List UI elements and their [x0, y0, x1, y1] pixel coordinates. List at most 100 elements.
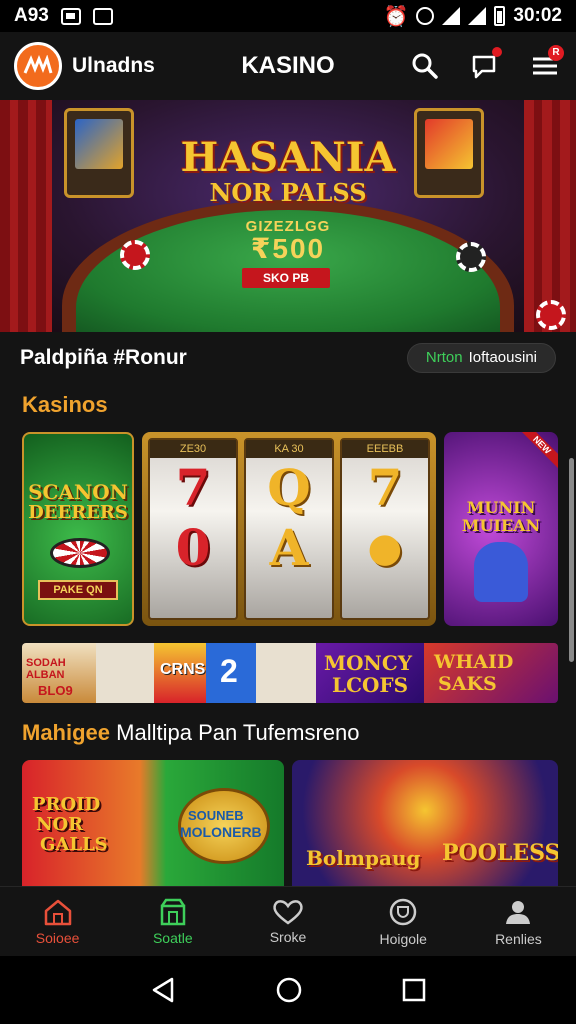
- reel-symbol: 7: [175, 458, 211, 517]
- search-icon: [412, 53, 438, 79]
- menu-badge: R: [548, 45, 564, 61]
- roulette-icon: [50, 538, 110, 568]
- card-right-sub: SOUNEB: [188, 808, 244, 823]
- status-time: 30:02: [513, 5, 562, 26]
- card-title: Bolmpaug: [306, 846, 421, 870]
- bottom-nav: Soioee Soatle Sroke Hoigole Renlies: [0, 886, 576, 956]
- heart-icon: [273, 899, 303, 925]
- chat-badge: [492, 47, 502, 57]
- reel-symbol: Q: [267, 458, 311, 517]
- back-icon[interactable]: [150, 976, 176, 1004]
- chip-icon: [536, 300, 566, 330]
- alarm-icon: ⏰: [383, 5, 409, 28]
- reel-symbol: ●: [367, 524, 403, 571]
- card-subtitle: MUIEAN: [461, 516, 541, 535]
- strip-item[interactable]: CRNS: [154, 643, 206, 703]
- strip-text: CRNS: [160, 661, 206, 678]
- strip-text: SODAH: [26, 657, 66, 669]
- new-badge: NEW: [517, 432, 558, 470]
- hero-title: HASANIA: [180, 134, 396, 181]
- store-icon: [160, 898, 186, 925]
- promo-title: Paldpiña #Ronur: [20, 346, 187, 369]
- reel-label: EEEBB: [342, 440, 428, 458]
- promo-pill-button[interactable]: Nrton Ioftaousini: [406, 343, 556, 373]
- app-header: Ulnadns KASINO R: [0, 32, 576, 100]
- promo-row: Paldpiña #Ronur Nrton Ioftaousini: [0, 332, 576, 384]
- scrollbar[interactable]: [569, 458, 574, 662]
- game-card-munin[interactable]: NEW MUNIN MUIEAN: [444, 432, 558, 626]
- chat-button[interactable]: [468, 47, 502, 83]
- multiplayer-title-prefix: Mahigee: [22, 720, 111, 745]
- strip-item[interactable]: WHAID SAKS: [424, 643, 558, 703]
- system-nav-bar: [0, 956, 576, 1024]
- card-subtitle-2: GALLS: [40, 834, 108, 855]
- recents-icon[interactable]: [402, 978, 426, 1002]
- signal-icon: [468, 7, 487, 25]
- nav-item-profile[interactable]: Renlies: [461, 887, 576, 956]
- logo-mark-icon: [23, 55, 53, 74]
- home-circle-icon[interactable]: [275, 976, 303, 1004]
- nav-item-store[interactable]: Soatle: [115, 887, 230, 956]
- strip-sub: LCOFS: [332, 673, 409, 697]
- brand-name: Ulnadns: [72, 54, 155, 77]
- strip-avatar: [96, 643, 154, 703]
- strip-item[interactable]: MONCY LCOFS: [316, 643, 424, 703]
- battery-icon: [494, 6, 506, 26]
- reel-symbol: 7: [367, 458, 403, 517]
- promo-pill-green: Nrton: [425, 349, 463, 366]
- search-button[interactable]: [408, 49, 442, 83]
- hero-tag: SKO PB: [242, 268, 330, 288]
- multiplayer-title-rest: Malltipa Pan Tufemsreno: [116, 720, 360, 745]
- reel-1: ZE30 7 0: [148, 438, 238, 620]
- card-right: POOLESS: [442, 840, 558, 866]
- strip-text: 2: [220, 653, 238, 689]
- nav-item-favorites[interactable]: Sroke: [230, 887, 345, 956]
- status-bar: A93 ⏰ 30:02: [0, 0, 576, 32]
- nav-item-home[interactable]: Soioee: [0, 887, 115, 956]
- nav-label: Hoigole: [379, 930, 427, 947]
- profile-icon: [506, 900, 531, 924]
- strip-avatar: [256, 643, 316, 703]
- card-tag: PAKE QN: [38, 580, 118, 600]
- hero-subtitle: NOR PALSS: [209, 178, 367, 207]
- wifi-icon: [442, 7, 461, 25]
- strip-sub: SAKS: [438, 673, 497, 695]
- reel-label: ZE30: [150, 440, 236, 458]
- reel-symbol: A: [269, 518, 309, 577]
- status-left-text: A93: [14, 5, 49, 26]
- reel-3: EEEBB 7 ●: [340, 438, 430, 620]
- hero-banner[interactable]: HASANIA NOR PALSS GIZEZLGG ₹500 SKO PB: [0, 100, 576, 332]
- reel-2: KA 30 Q A: [244, 438, 334, 620]
- card-subtitle: DEERERS: [28, 502, 128, 523]
- menu-button[interactable]: R: [528, 45, 564, 83]
- cast-icon: [92, 7, 113, 25]
- game-card-slots[interactable]: ZE30 7 0 KA 30 Q A EEEBB 7 ●: [142, 432, 436, 626]
- strip-sub: ALBAN: [26, 669, 65, 681]
- promo-pill-text: Ioftaousini: [468, 349, 537, 366]
- game-card-bolmpaug[interactable]: Bolmpaug POOLESS: [292, 760, 558, 886]
- multiplayer-section-title: Mahigee Malltipa Pan Tufemsreno: [22, 720, 360, 746]
- character-icon: [474, 542, 528, 602]
- trophy-icon: [389, 898, 417, 925]
- nav-label: Sroke: [269, 928, 307, 945]
- kasino-section-title: Kasinos: [22, 392, 108, 417]
- home-icon: [44, 899, 71, 925]
- game-strip[interactable]: SODAH ALBAN BLO9 CRNS 2 MONCY LCOFS WHAI…: [22, 643, 558, 703]
- card-title: PROID: [32, 794, 101, 815]
- reel-symbol: 0: [175, 518, 211, 577]
- nav-label: Soatle: [152, 929, 193, 946]
- game-card-proid[interactable]: PROID NOR GALLS SOUNEB MOLONERB: [22, 760, 284, 886]
- app-logo[interactable]: [14, 42, 62, 90]
- card-right: MOLONERB: [180, 824, 262, 840]
- card-title: SCANON: [28, 480, 128, 504]
- nav-item-rewards[interactable]: Hoigole: [346, 887, 461, 956]
- hero-amount: ₹500: [250, 233, 326, 264]
- dnd-icon: [416, 7, 435, 25]
- strip-item[interactable]: 2: [206, 643, 256, 703]
- game-card-scanon[interactable]: SCANON DEERERS PAKE QN: [22, 432, 134, 626]
- strip-text: WHAID: [434, 651, 514, 673]
- strip-text: MONCY: [324, 651, 413, 675]
- notification-icon: [60, 7, 81, 25]
- strip-item[interactable]: SODAH ALBAN BLO9: [22, 643, 96, 703]
- nav-label: Renlies: [495, 930, 542, 947]
